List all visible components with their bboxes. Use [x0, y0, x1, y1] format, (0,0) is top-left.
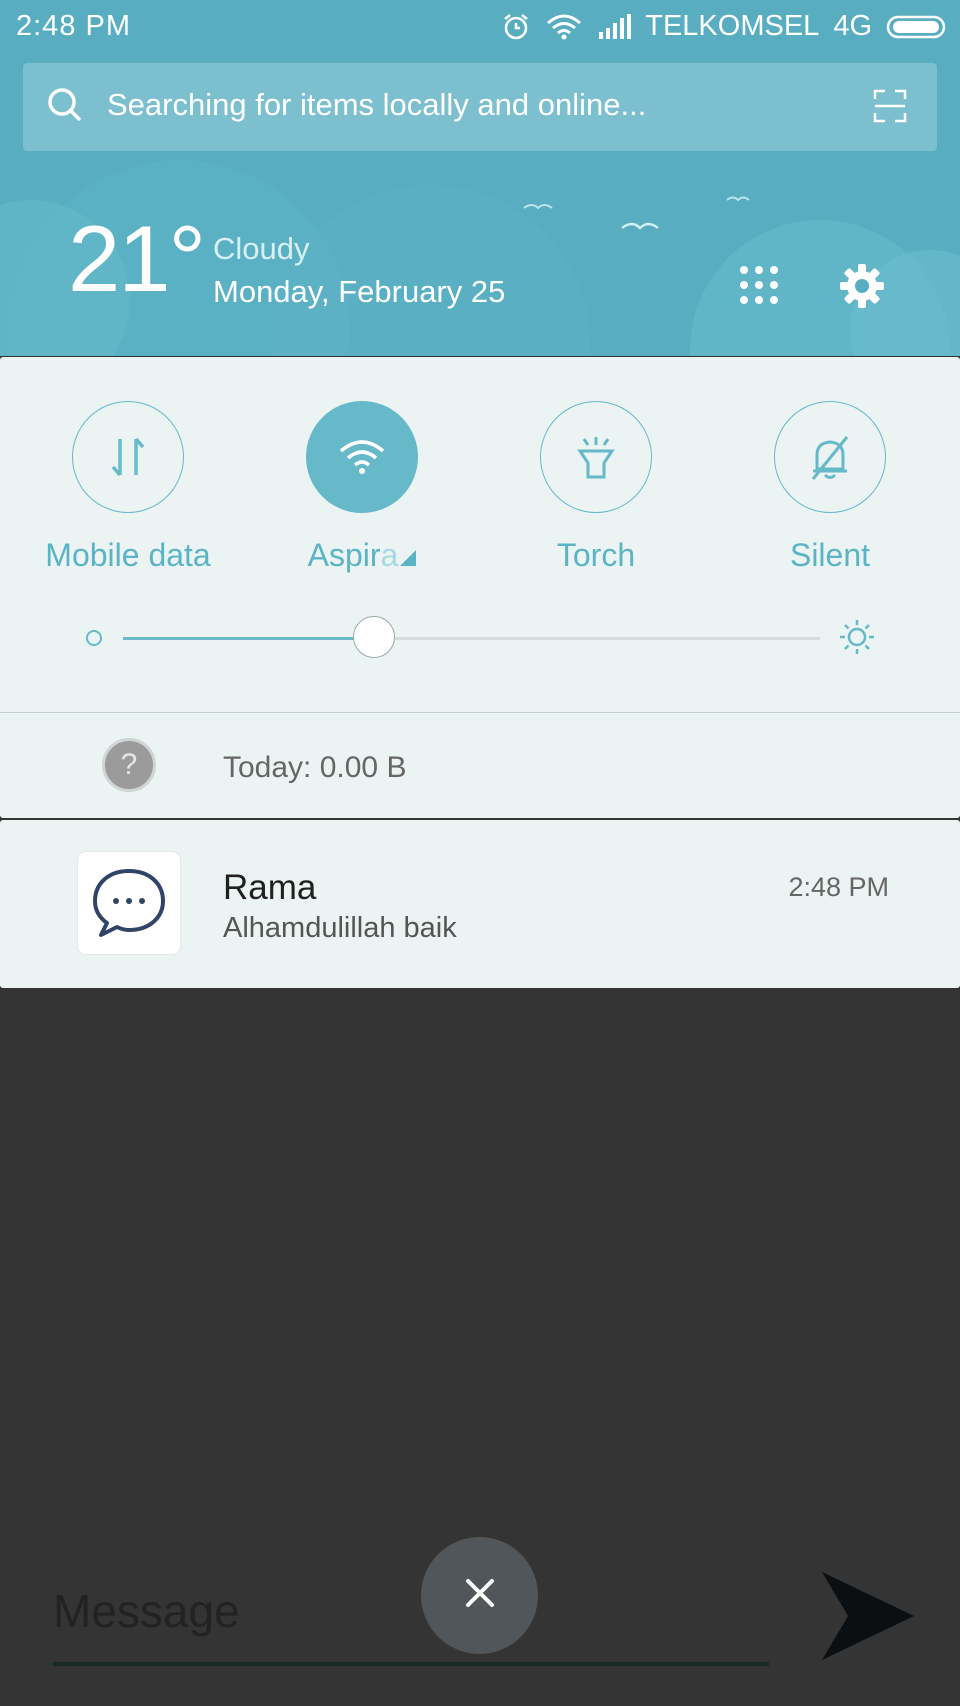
tile-label: Silent [789, 537, 871, 573]
weather-date: Monday, February 25 [213, 274, 506, 309]
tile-label: Torch [556, 537, 636, 573]
brightness-low-icon [86, 630, 102, 646]
settings-gear-icon[interactable] [838, 262, 886, 315]
notification-body: Alhamdulillah baik [223, 912, 457, 944]
message-placeholder: Message [53, 1585, 240, 1637]
slider-fill [123, 637, 374, 640]
chat-bubble-icon [78, 852, 180, 954]
brightness-slider[interactable] [0, 610, 960, 670]
message-input[interactable]: Message [53, 1576, 769, 1666]
wifi-icon [545, 13, 583, 41]
search-placeholder: Searching for items locally and online..… [107, 87, 647, 122]
status-time: 2:48 PM [16, 10, 131, 42]
tile-label: Aspira [245, 537, 479, 574]
tile-torch[interactable]: Torch [479, 401, 713, 574]
slider-thumb[interactable] [352, 616, 395, 658]
notification-title: Rama [223, 868, 317, 907]
search-icon [45, 85, 85, 130]
signal-icon [597, 13, 632, 40]
torch-icon [540, 401, 652, 513]
network-type: 4G [833, 10, 872, 42]
battery-icon [886, 14, 948, 40]
input-underline [53, 1662, 769, 1666]
quick-settings-panel: Mobile data Aspira Torch Silent ? Today:… [0, 357, 960, 818]
notification-card[interactable]: Rama Alhamdulillah baik 2:48 PM [0, 820, 960, 988]
weather-condition: Cloudy [213, 231, 310, 266]
brightness-high-icon [838, 618, 876, 661]
expand-caret-icon [400, 549, 417, 566]
search-bar[interactable]: Searching for items locally and online..… [23, 63, 937, 151]
notification-shade-header: 2:48 PM TELKOMSEL 4G Searching for items… [0, 0, 960, 356]
silent-bell-icon [774, 401, 886, 513]
close-button[interactable] [421, 1537, 538, 1654]
help-icon: ? [102, 738, 156, 792]
status-bar: 2:48 PM TELKOMSEL 4G [0, 0, 960, 54]
tile-label: Mobile data [45, 537, 211, 573]
scan-icon[interactable] [873, 89, 907, 128]
notification-time: 2:48 PM [788, 872, 889, 902]
close-icon [462, 1575, 498, 1616]
wifi-icon [306, 401, 418, 513]
tile-silent[interactable]: Silent [713, 401, 947, 574]
temperature: 21° [68, 206, 206, 311]
send-button[interactable] [818, 1568, 918, 1669]
mobile-data-icon [72, 401, 184, 513]
alarm-icon [501, 12, 531, 42]
carrier-label: TELKOMSEL [645, 10, 820, 42]
send-icon [818, 1572, 918, 1668]
tile-wifi[interactable]: Aspira [245, 401, 479, 574]
tile-mobile-data[interactable]: Mobile data [11, 401, 245, 574]
apps-grid-icon[interactable] [739, 265, 779, 310]
data-usage-row[interactable]: ? Today: 0.00 B [0, 713, 960, 818]
data-usage-text: Today: 0.00 B [223, 751, 407, 784]
